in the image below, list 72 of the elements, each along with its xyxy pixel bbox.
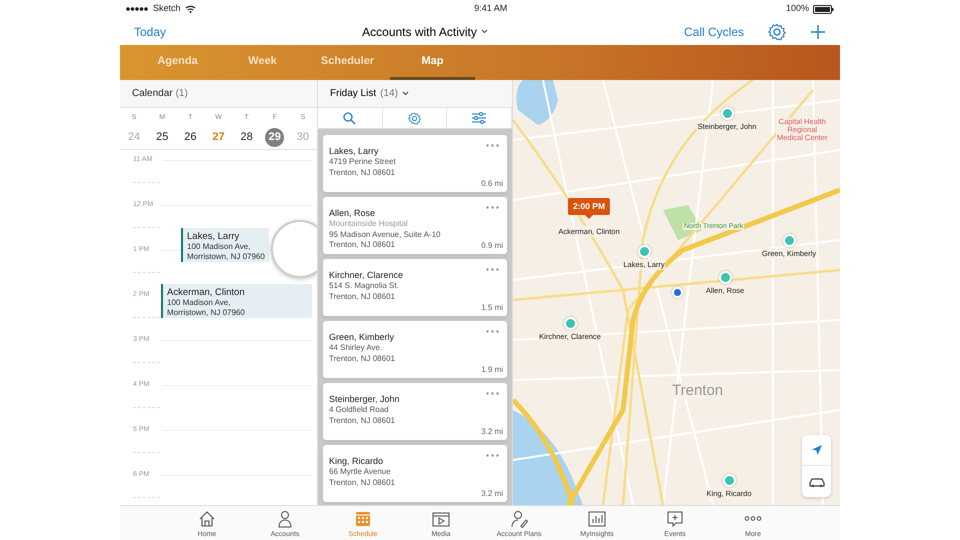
account-card[interactable]: Allen, Rose Mountainside Hospital 95 Madison Avenue, Suite A-10 Trenton, NJ 08601 0.9 mi (323, 197, 507, 254)
carrier-name: Sketch (153, 2, 181, 16)
street-address: 95 Madison Avenue, Suite A-10 (329, 230, 442, 240)
more-icon[interactable] (486, 392, 499, 395)
account-card[interactable]: Kirchner, Clarence 514 S. Magnolia St. Trenton, NJ 08601 1.5 mi (323, 259, 507, 316)
person-edit-icon (510, 510, 528, 528)
car-icon[interactable] (808, 476, 826, 486)
street-address: 66 Myrtle Avenue (329, 467, 392, 478)
event-count: (1) (176, 87, 188, 101)
organization: Mountainside Hospital (329, 219, 409, 230)
account-name: Lakes, Larry (329, 145, 380, 157)
filter-icon[interactable] (472, 112, 486, 124)
search-icon[interactable] (343, 112, 356, 124)
today-link[interactable]: Today (134, 24, 166, 38)
street-address: 4 Goldfield Road (329, 405, 390, 416)
account-name: Kirchner, Clarence (329, 269, 404, 281)
account-card[interactable]: Lakes, Larry 4719 Perine Street Trenton, NJ 08601 0.6 mi (323, 135, 507, 192)
add-icon[interactable] (810, 24, 826, 40)
date-cell[interactable]: 25 (152, 128, 172, 146)
status-time: 9:41 AM (474, 3, 508, 14)
city-line: Trenton, NJ 08601 (329, 354, 396, 364)
panel-title: Calendar (132, 87, 173, 101)
more-icon[interactable] (486, 144, 499, 147)
signal-icon (126, 6, 149, 12)
city-line: Trenton, NJ 08601 (329, 240, 396, 250)
distance: 3.2 mi (481, 488, 503, 499)
call-cycles-link[interactable]: Call Cycles (684, 22, 744, 40)
date-cell[interactable]: 26 (180, 128, 200, 146)
chat-plus-icon (666, 510, 684, 528)
battery-percent: 100% (786, 2, 810, 16)
account-card[interactable]: King, Ricardo 66 Myrtle Avenue Trenton, NJ 08601 3.2 mi (323, 445, 507, 502)
date-cell[interactable]: 28 (237, 128, 256, 146)
account-card[interactable]: Steinberger, John 4 Goldfield Road Trenton, NJ 08601 3.2 mi (323, 383, 507, 440)
more-icon (744, 516, 762, 521)
wifi-icon (184, 5, 196, 13)
date-cell[interactable]: 29 (265, 128, 284, 146)
account-name: Allen, Rose (329, 207, 376, 219)
battery-icon (813, 4, 834, 14)
city-label: Trenton (671, 383, 724, 399)
chart-icon (588, 510, 606, 528)
distance: 0.9 mi (481, 240, 503, 251)
home-icon (198, 510, 216, 528)
settings-icon[interactable] (768, 22, 786, 40)
more-icon[interactable] (486, 206, 499, 209)
account-name: Steinberger, John (329, 393, 401, 405)
caret-icon (402, 91, 409, 96)
account-name: Green, Kimberly (329, 331, 396, 343)
street-address: 514 S. Magnolia St. (329, 281, 400, 292)
video-icon (432, 510, 450, 528)
settings-icon[interactable] (408, 112, 421, 124)
distance: 3.2 mi (481, 426, 503, 437)
more-icon[interactable] (486, 454, 499, 457)
calendar-event[interactable]: Lakes, Larry 100 Madison Ave, Morristown, NJ 07960 (181, 228, 269, 262)
street-address: 4719 Perine Street (329, 157, 397, 168)
city-line: Trenton, NJ 08601 (329, 478, 396, 488)
account-card[interactable]: Green, Kimberly 44 Shirley Ave. Trenton, NJ 08601 1.9 mi (323, 321, 507, 378)
caret-icon (480, 29, 488, 34)
more-icon[interactable] (486, 330, 499, 333)
distance: 1.5 mi (481, 302, 503, 313)
city-line: Trenton, NJ 08601 (329, 292, 396, 302)
account-name: King, Ricardo (329, 455, 384, 467)
location-arrow-icon[interactable] (810, 444, 822, 456)
city-line: Trenton, NJ 08601 (329, 416, 396, 426)
city-line: Trenton, NJ 08601 (329, 168, 396, 178)
title-dropdown[interactable]: Accounts with Activity (362, 22, 488, 40)
street-address: 44 Shirley Ave. (329, 343, 384, 354)
person-icon (276, 510, 294, 528)
calendar-event[interactable]: Ackerman, Clinton 100 Madison Ave, Morristown, NJ 07960 (161, 284, 312, 318)
more-icon[interactable] (486, 268, 499, 271)
distance: 1.9 mi (481, 364, 503, 375)
calendar-icon (354, 510, 372, 528)
distance: 0.6 mi (481, 178, 503, 189)
